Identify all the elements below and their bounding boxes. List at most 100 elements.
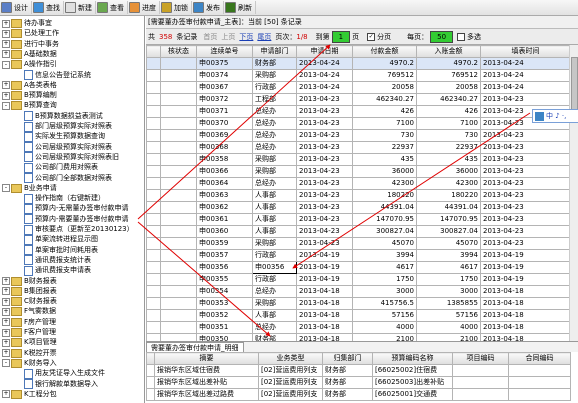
table-cell[interactable]: 总经办	[252, 177, 297, 190]
detail-row[interactable]: 报销华东区域出差补贴 [02]营运费用列支 财务部 [66025003]出差补贴	[146, 376, 571, 389]
table-row[interactable]: 申00363 人事部 2013-04-23 180220 180220 2013-04-2…	[146, 189, 571, 202]
table-cell[interactable]: 总经办	[252, 117, 297, 130]
table-cell[interactable]: 2013-04-24	[480, 81, 571, 94]
table-cell[interactable]: 2013-04-23	[296, 129, 353, 142]
table-cell[interactable]	[160, 189, 197, 202]
table-cell[interactable]: 2013-04-18	[296, 333, 353, 341]
table-cell[interactable]: 财务部	[252, 57, 297, 70]
table-cell[interactable]: 730	[352, 129, 417, 142]
column-header[interactable]: 付款金额	[352, 45, 417, 58]
table-cell[interactable]: 申00363	[196, 189, 253, 202]
table-cell[interactable]: 426	[352, 105, 417, 118]
column-header[interactable]: 申请日期	[296, 45, 353, 58]
table-cell[interactable]	[146, 93, 161, 106]
table-cell[interactable]: 2013-04-18	[480, 333, 571, 341]
table-cell[interactable]: 2013-04-23	[480, 201, 571, 214]
table-cell[interactable]: 申00375	[196, 57, 253, 70]
table-cell[interactable]: 申00366	[196, 165, 253, 178]
table-cell[interactable]	[146, 117, 161, 130]
table-cell[interactable]: 3000	[416, 285, 481, 298]
table-cell[interactable]	[160, 93, 197, 106]
table-cell[interactable]	[146, 213, 161, 226]
detail-cell[interactable]: 报销华东区域出差补贴	[154, 376, 259, 389]
detail-cell[interactable]	[508, 364, 571, 377]
table-cell[interactable]: 2013-04-23	[296, 153, 353, 166]
table-cell[interactable]: 36000	[416, 165, 481, 178]
table-cell[interactable]: 行政部	[252, 273, 297, 286]
table-cell[interactable]	[160, 105, 197, 118]
view-button[interactable]: 查看	[96, 1, 128, 14]
expand-icon[interactable]: +	[2, 29, 10, 38]
detail-cell[interactable]: [66025003]出差补贴	[372, 376, 453, 389]
table-cell[interactable]	[146, 57, 161, 70]
detail-row[interactable]: 报销华东区域出差过路费 [02]营运费用列支 财务部 [66025001]交通费	[146, 388, 571, 401]
table-cell[interactable]: 申00350	[196, 333, 253, 341]
table-cell[interactable]: 申00362	[196, 201, 253, 214]
table-cell[interactable]: 申00357	[196, 249, 253, 262]
detail-column-header[interactable]: 项目编码	[452, 352, 509, 365]
table-cell[interactable]	[160, 153, 197, 166]
table-cell[interactable]: 57156	[352, 309, 417, 322]
table-cell[interactable]: 2013-04-23	[296, 141, 353, 154]
table-cell[interactable]: 人事部	[252, 189, 297, 202]
table-cell[interactable]	[146, 153, 161, 166]
expand-icon[interactable]: +	[2, 287, 10, 296]
table-cell[interactable]: 2013-04-24	[296, 81, 353, 94]
expand-icon[interactable]: +	[2, 307, 10, 316]
table-cell[interactable]: 2013-04-19	[480, 261, 571, 274]
detail-cell[interactable]	[146, 376, 155, 389]
table-cell[interactable]: 769512	[352, 69, 417, 82]
detail-cell[interactable]: [66025002]住宿费	[372, 364, 453, 377]
collapse-icon[interactable]: -	[2, 60, 10, 69]
table-cell[interactable]: 1750	[352, 273, 417, 286]
table-cell[interactable]: 42300	[416, 177, 481, 190]
table-cell[interactable]: 2013-04-18	[480, 309, 571, 322]
table-cell[interactable]: 人事部	[252, 201, 297, 214]
ime-toolbar[interactable]: 中 ♪ ·,	[532, 109, 578, 123]
table-cell[interactable]: 730	[416, 129, 481, 142]
table-cell[interactable]: 申00367	[196, 81, 253, 94]
detail-cell[interactable]: [02]营运费用列支	[258, 376, 323, 389]
detail-column-header[interactable]	[146, 352, 155, 365]
expand-icon[interactable]: +	[2, 91, 10, 100]
table-cell[interactable]: 2013-04-23	[480, 237, 571, 250]
table-cell[interactable]: 2013-04-23	[480, 141, 571, 154]
table-cell[interactable]	[160, 81, 197, 94]
table-cell[interactable]: 2013-04-23	[480, 177, 571, 190]
table-cell[interactable]: 申00372	[196, 93, 253, 106]
column-header[interactable]: 核状态	[160, 45, 197, 58]
table-row[interactable]: 申00356 申00356 2013-04-19 4617 4617 2013-04-19	[146, 261, 571, 274]
progress-button[interactable]: 进度	[128, 1, 160, 14]
table-row[interactable]: 申00351 总经办 2013-04-18 4000 4000 2013-04-18	[146, 321, 571, 334]
table-cell[interactable]	[160, 177, 197, 190]
expand-icon[interactable]: +	[2, 19, 10, 28]
table-cell[interactable]	[146, 165, 161, 178]
table-row[interactable]: 申00361 人事部 2013-04-23 147070.95 147070.95 201…	[146, 213, 571, 226]
table-cell[interactable]: 2013-04-23	[296, 237, 353, 250]
table-cell[interactable]: 4970.2	[352, 57, 417, 70]
column-header[interactable]: 申请部门	[252, 45, 297, 58]
table-cell[interactable]: 3994	[416, 249, 481, 262]
table-cell[interactable]: 4617	[416, 261, 481, 274]
table-cell[interactable]: 采购部	[252, 69, 297, 82]
detail-cell[interactable]: [02]营运费用列支	[258, 388, 323, 401]
table-cell[interactable]	[146, 81, 161, 94]
table-cell[interactable]	[146, 201, 161, 214]
table-cell[interactable]: 300827.04	[416, 225, 481, 238]
table-cell[interactable]: 180220	[416, 189, 481, 202]
new-button[interactable]: 新建	[64, 1, 96, 14]
column-header[interactable]: 填表时间	[480, 45, 571, 58]
table-cell[interactable]: 2013-04-23	[296, 105, 353, 118]
navigation-tree[interactable]: + 待办事宜 + 已处理工作 + 进行中事务 + A基础数据 - A操作指引 信息公告登记系统 + A各…	[0, 16, 145, 403]
table-row[interactable]: 申00353 采购部 2013-04-18 415756.5 1385855 2013-0…	[146, 297, 571, 310]
table-cell[interactable]: 采购部	[252, 165, 297, 178]
table-cell[interactable]: 2013-04-24	[480, 69, 571, 82]
table-cell[interactable]: 总经办	[252, 141, 297, 154]
table-row[interactable]: 申00355 行政部 2013-04-19 1750 1750 2013-04-19	[146, 273, 571, 286]
table-cell[interactable]: 7100	[352, 117, 417, 130]
detail-column-header[interactable]: 摘要	[154, 352, 259, 365]
goto-page-input[interactable]: 1	[331, 30, 351, 43]
table-cell[interactable]	[160, 285, 197, 298]
detail-cell[interactable]	[146, 388, 155, 401]
expand-icon[interactable]: +	[2, 40, 10, 49]
